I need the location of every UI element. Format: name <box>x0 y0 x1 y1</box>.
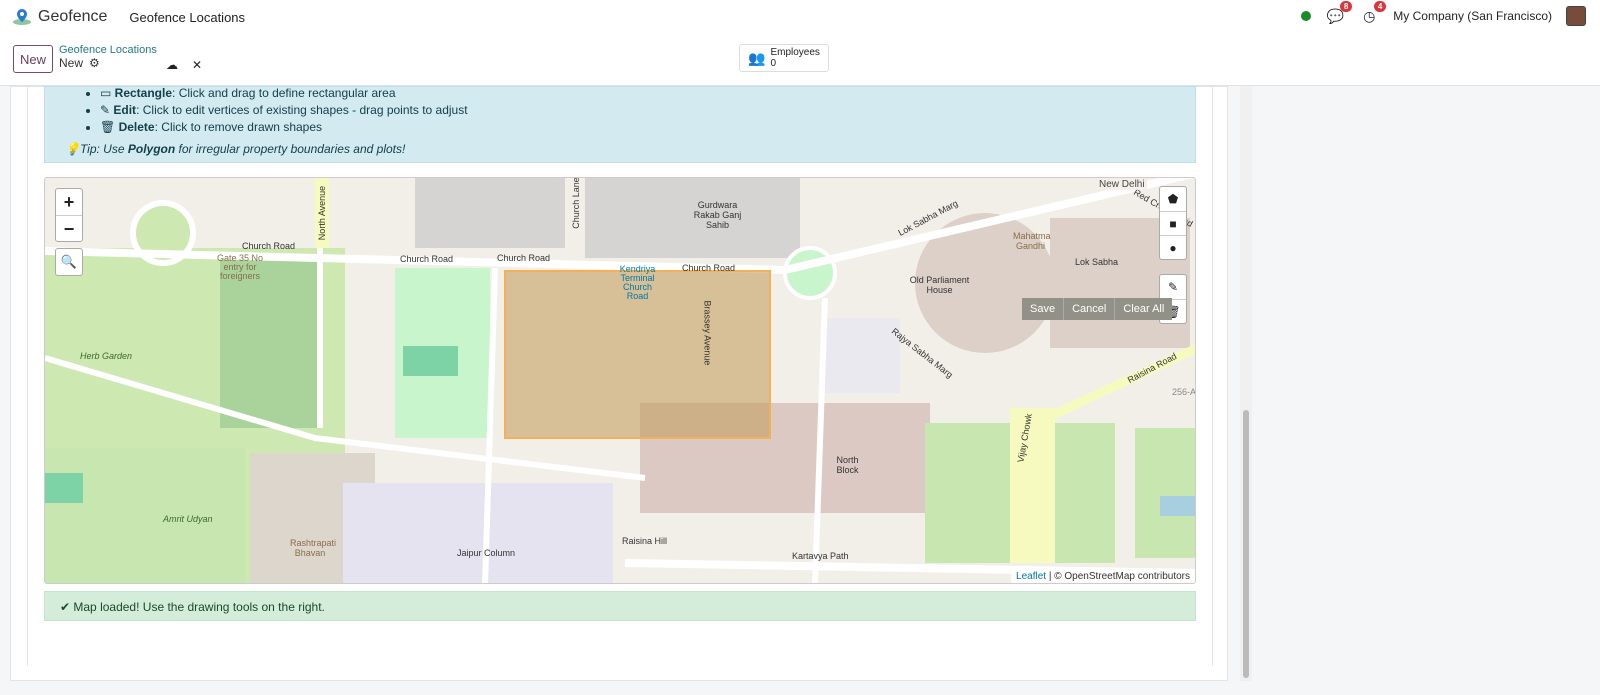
save-edit-button[interactable]: Save <box>1022 298 1063 320</box>
map-label: Old Parliament House <box>909 275 970 295</box>
map-label: Mahatma Gandhi <box>1013 231 1051 251</box>
map-attribution: Leaflet | © OpenStreetMap contributors <box>1011 570 1195 583</box>
map-label: Kartavya Path <box>792 551 849 561</box>
map-label: North Avenue <box>317 185 328 241</box>
user-avatar[interactable] <box>1566 6 1586 26</box>
activities-button[interactable]: ◷ 4 <box>1359 1 1387 26</box>
status-message: ✔ Map loaded! Use the drawing tools on t… <box>44 591 1196 621</box>
draw-toolbar: ⬟ ■ ● <box>1159 186 1187 260</box>
app-brand[interactable]: Geofence <box>12 8 107 26</box>
map-label: Lok Sabha <box>1075 257 1119 267</box>
messages-button[interactable]: 💬 8 <box>1325 1 1353 26</box>
menu-geofence-locations[interactable]: Geofence Locations <box>129 10 245 25</box>
save-cloud-icon[interactable]: ☁ <box>166 58 178 72</box>
clock-icon: ◷ <box>1363 7 1376 24</box>
gear-icon[interactable]: ⚙ <box>89 56 100 70</box>
map-label: Church Road <box>497 253 551 263</box>
map-label: North Block <box>836 455 859 475</box>
employees-label: Employees <box>770 47 820 58</box>
activities-badge: 4 <box>1373 1 1387 12</box>
breadcrumb: Geofence Locations New ⚙ <box>59 44 157 70</box>
discard-icon[interactable]: ✕ <box>192 58 202 72</box>
employees-smart-button[interactable]: 👥 Employees 0 <box>739 44 829 72</box>
instruction-rectangle: ▭ Rectangle: Click and drag to define re… <box>100 85 468 102</box>
edit-icon: ✎ <box>1167 280 1179 294</box>
square-icon: ■ <box>1169 216 1177 231</box>
map-label: Jaipur Column <box>457 548 516 558</box>
map-container[interactable]: Church Road Church Road Church Road Chur… <box>44 177 1196 584</box>
map-label: Church Road <box>682 263 736 273</box>
geofence-logo-icon <box>13 9 31 25</box>
zoom-in-button[interactable]: + <box>56 189 82 215</box>
check-circle-icon: ✔ <box>60 600 74 614</box>
trash-icon: 🗑 <box>100 120 119 134</box>
control-panel: New Geofence Locations New ⚙ ☁ ✕ 👥 Employe… <box>0 34 1600 86</box>
map-label: Gurdwara Rakab Ganj Sahib <box>693 200 742 230</box>
instruction-edit: ✎ Edit: Click to edit vertices of existi… <box>100 102 468 119</box>
draw-polygon-button[interactable]: ⬟ <box>1160 187 1186 211</box>
employees-count: 0 <box>770 58 776 69</box>
map-label: Church Road <box>400 254 454 264</box>
messages-badge: 8 <box>1339 1 1353 12</box>
map-label: Rashtrapati Bhavan <box>290 538 337 558</box>
zoom-control: + − <box>55 188 83 242</box>
map-label: Amrit Udyan <box>163 514 213 524</box>
map-label: Kendriya Terminal Church Road <box>619 264 656 301</box>
breadcrumb-parent[interactable]: Geofence Locations <box>59 44 157 56</box>
instruction-delete: 🗑 Delete: Click to remove drawn shapes <box>100 119 468 136</box>
cancel-edit-button[interactable]: Cancel <box>1063 298 1114 320</box>
map-label: Church Road <box>242 241 296 251</box>
zoom-out-button[interactable]: − <box>56 215 82 241</box>
map-label: Herb Garden <box>80 351 133 361</box>
map-label: Raisina Hill <box>622 536 668 546</box>
map-label: Church Lane <box>570 177 581 229</box>
draw-circle-button[interactable]: ● <box>1160 235 1186 259</box>
map-label: 256-A <box>1172 387 1196 397</box>
instructions-box: ▭ Rectangle: Click and drag to define re… <box>44 86 1196 163</box>
circle-icon: ● <box>1169 240 1177 255</box>
presence-status-icon <box>1301 11 1312 21</box>
rectangle-icon: ▭ <box>100 86 115 100</box>
scrollbar[interactable] <box>1243 410 1249 678</box>
map-search-button[interactable]: 🔍 <box>55 248 83 276</box>
new-button[interactable]: New <box>13 45 53 73</box>
leaflet-link[interactable]: Leaflet <box>1016 571 1046 582</box>
map-label: New Delhi <box>1097 179 1147 190</box>
top-navbar: Geofence Geofence Locations 💬 8 ◷ 4 My Com… <box>0 0 1600 34</box>
search-icon: 🔍 <box>60 254 78 269</box>
lightbulb-icon: 💡 <box>65 142 80 156</box>
polygon-icon: ⬟ <box>1167 192 1179 206</box>
map-label: Gate 35 No entry for foreigners <box>216 253 264 281</box>
users-icon: 👥 <box>748 49 766 66</box>
tip-text: 💡Tip: Use Polygon for irregular property… <box>65 142 406 156</box>
pencil-icon: ✎ <box>100 103 114 117</box>
edit-actions: Save Cancel Clear All <box>1022 298 1173 320</box>
company-switcher[interactable]: My Company (San Francisco) <box>1393 9 1552 23</box>
draw-rectangle-button[interactable]: ■ <box>1160 211 1186 235</box>
edit-layers-button[interactable]: ✎ <box>1160 275 1186 299</box>
app-title: Geofence <box>38 8 108 25</box>
map-label: Brassey Avenue <box>702 300 713 366</box>
clear-all-button[interactable]: Clear All <box>1114 298 1172 320</box>
breadcrumb-current: New <box>59 56 84 70</box>
